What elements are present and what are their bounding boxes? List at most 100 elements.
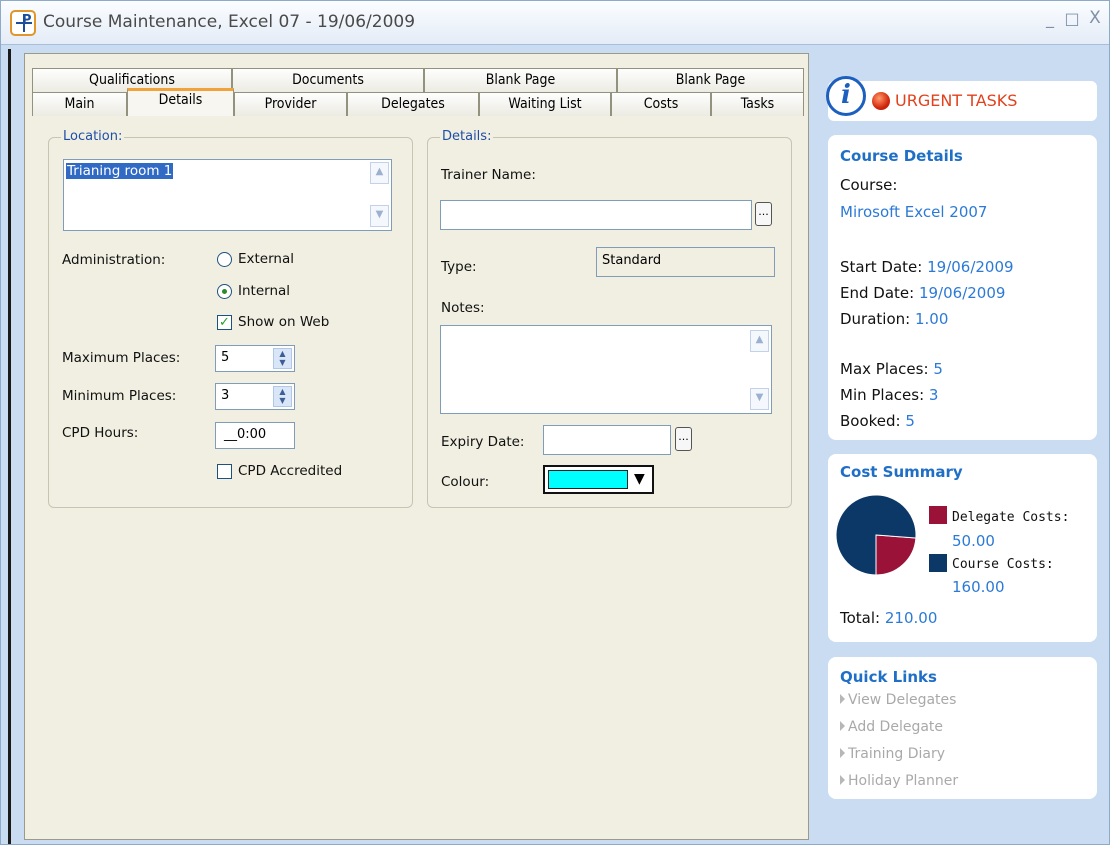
window-title: Course Maintenance, Excel 07 - 19/06/200… — [43, 12, 416, 32]
summary-max-places-value: 5 — [933, 360, 943, 378]
info-glyph: i — [841, 80, 851, 110]
course-costs-value: 160.00 — [952, 578, 1005, 596]
quick-link-view-delegates[interactable]: View Delegates — [840, 692, 956, 708]
tab-details[interactable]: Details — [127, 88, 234, 116]
quick-link-add-delegate[interactable]: Add Delegate — [840, 719, 943, 735]
min-places-spinner[interactable]: ▲ ▼ — [273, 386, 292, 407]
delegate-costs-value: 50.00 — [952, 532, 995, 550]
total-row: Total: 210.00 — [840, 609, 937, 627]
radio-external[interactable] — [217, 252, 232, 267]
tab-costs[interactable]: Costs — [611, 92, 711, 116]
location-group: Location: Trianing room 1 ▲ ▼ Administra… — [48, 129, 413, 508]
expiry-date-input[interactable] — [543, 425, 671, 455]
duration-value: 1.00 — [914, 310, 949, 328]
trainer-name-input[interactable] — [440, 200, 752, 230]
expiry-date-picker-button[interactable]: ... — [675, 427, 692, 451]
duration-row: Duration: 1.00 — [840, 310, 948, 328]
quick-link-holiday-planner[interactable]: Holiday Planner — [840, 773, 958, 789]
app-logo-letter: P — [22, 13, 32, 28]
cost-pie-chart — [835, 494, 917, 576]
internal-label: Internal — [238, 283, 291, 299]
booked-label: Booked: — [840, 412, 901, 430]
delegate-costs-label: Delegate Costs: — [952, 510, 1070, 525]
total-label: Total: — [840, 609, 881, 627]
cpd-hours-label: CPD Hours: — [62, 425, 139, 441]
delegate-costs-swatch — [929, 506, 947, 524]
notes-scroll-up-icon[interactable]: ▲ — [750, 330, 769, 352]
booked-value: 5 — [905, 412, 915, 430]
show-on-web-label: Show on Web — [238, 314, 330, 330]
expiry-date-label: Expiry Date: — [441, 434, 525, 450]
details-group: Details: Trainer Name: ... Type: Standar… — [427, 129, 792, 508]
quick-links-title: Quick Links — [840, 668, 937, 686]
quick-link-label: Training Diary — [848, 746, 945, 762]
quick-link-training-diary[interactable]: Training Diary — [840, 746, 945, 762]
type-field: Standard — [596, 247, 775, 277]
details-legend: Details: — [440, 129, 494, 144]
end-date-row: End Date: 19/06/2009 — [840, 284, 1005, 302]
notes-label: Notes: — [441, 300, 485, 316]
administration-label: Administration: — [62, 252, 166, 268]
tab-tasks[interactable]: Tasks — [711, 92, 804, 116]
tab-delegates[interactable]: Delegates — [347, 92, 479, 116]
urgent-alert-icon — [872, 92, 890, 110]
min-places-label: Minimum Places: — [62, 388, 177, 404]
pie-slice-delegate-costs — [875, 534, 917, 576]
arrow-right-icon — [840, 721, 845, 731]
radio-internal[interactable] — [217, 284, 232, 299]
end-date-value: 19/06/2009 — [918, 284, 1006, 302]
colour-picker[interactable]: ▼ — [543, 465, 654, 494]
summary-max-places-label: Max Places: — [840, 360, 929, 378]
cpd-accredited-checkbox[interactable] — [217, 464, 232, 479]
booked-row: Booked: 5 — [840, 412, 915, 430]
max-places-spinner[interactable]: ▲ ▼ — [273, 348, 292, 369]
cpd-accredited-label: CPD Accredited — [238, 463, 343, 479]
min-places-input[interactable]: 3 ▲ ▼ — [215, 383, 295, 410]
quick-link-label: Add Delegate — [848, 719, 944, 735]
show-on-web-checkbox[interactable]: ✓ — [217, 315, 232, 330]
max-places-row: Max Places: 5 — [840, 360, 943, 378]
scroll-down-icon[interactable]: ▼ — [370, 205, 389, 227]
cpd-hours-input[interactable]: __0:00 — [215, 422, 295, 449]
cost-summary-title: Cost Summary — [840, 463, 963, 481]
course-details-card: Course Details Course: Mirosoft Excel 20… — [828, 135, 1097, 440]
scroll-up-icon[interactable]: ▲ — [370, 162, 389, 184]
maximize-button[interactable]: □ — [1061, 9, 1083, 28]
min-places-row: Min Places: 3 — [840, 386, 938, 404]
location-textarea[interactable]: Trianing room 1 ▲ ▼ — [63, 159, 392, 231]
course-costs-label: Course Costs: — [952, 557, 1054, 572]
start-date-value: 19/06/2009 — [927, 258, 1014, 276]
tab-blank-page-2[interactable]: Blank Page — [617, 68, 804, 92]
quick-link-label: View Delegates — [848, 692, 957, 708]
colour-label: Colour: — [441, 474, 490, 490]
tab-blank-page-1[interactable]: Blank Page — [424, 68, 617, 92]
min-places-value: 3 — [221, 388, 230, 403]
start-date-row: Start Date: 19/06/2009 — [840, 258, 1014, 276]
tab-waiting-list[interactable]: Waiting List — [479, 92, 611, 116]
max-places-input[interactable]: 5 ▲ ▼ — [215, 345, 295, 372]
notes-scroll-down-icon[interactable]: ▼ — [750, 388, 769, 410]
course-costs-swatch — [929, 554, 947, 572]
arrow-right-icon — [840, 775, 845, 785]
type-label: Type: — [441, 259, 477, 275]
start-date-label: Start Date: — [840, 258, 923, 276]
tab-panel: Qualifications Documents Blank Page Blan… — [24, 53, 809, 840]
location-value: Trianing room 1 — [66, 163, 174, 179]
max-places-label: Maximum Places: — [62, 350, 181, 366]
urgent-tasks-bar[interactable]: i URGENT TASKS — [826, 76, 1097, 121]
close-button[interactable]: X — [1084, 8, 1106, 28]
end-date-label: End Date: — [840, 284, 915, 302]
tab-documents[interactable]: Documents — [232, 68, 424, 92]
window-left-border — [8, 49, 11, 844]
title-bar: P Course Maintenance, Excel 07 - 19/06/2… — [1, 1, 1109, 45]
trainer-lookup-button[interactable]: ... — [755, 202, 772, 226]
course-details-title: Course Details — [840, 147, 963, 165]
tab-provider[interactable]: Provider — [234, 92, 347, 116]
location-legend: Location: — [61, 129, 125, 144]
duration-label: Duration: — [840, 310, 911, 328]
notes-textarea[interactable]: ▲ ▼ — [440, 325, 772, 414]
colour-dropdown-icon[interactable]: ▼ — [634, 471, 645, 487]
minimize-button[interactable]: _ — [1039, 9, 1061, 28]
course-name-link[interactable]: Mirosoft Excel 2007 — [840, 203, 987, 221]
tab-main[interactable]: Main — [32, 92, 127, 116]
